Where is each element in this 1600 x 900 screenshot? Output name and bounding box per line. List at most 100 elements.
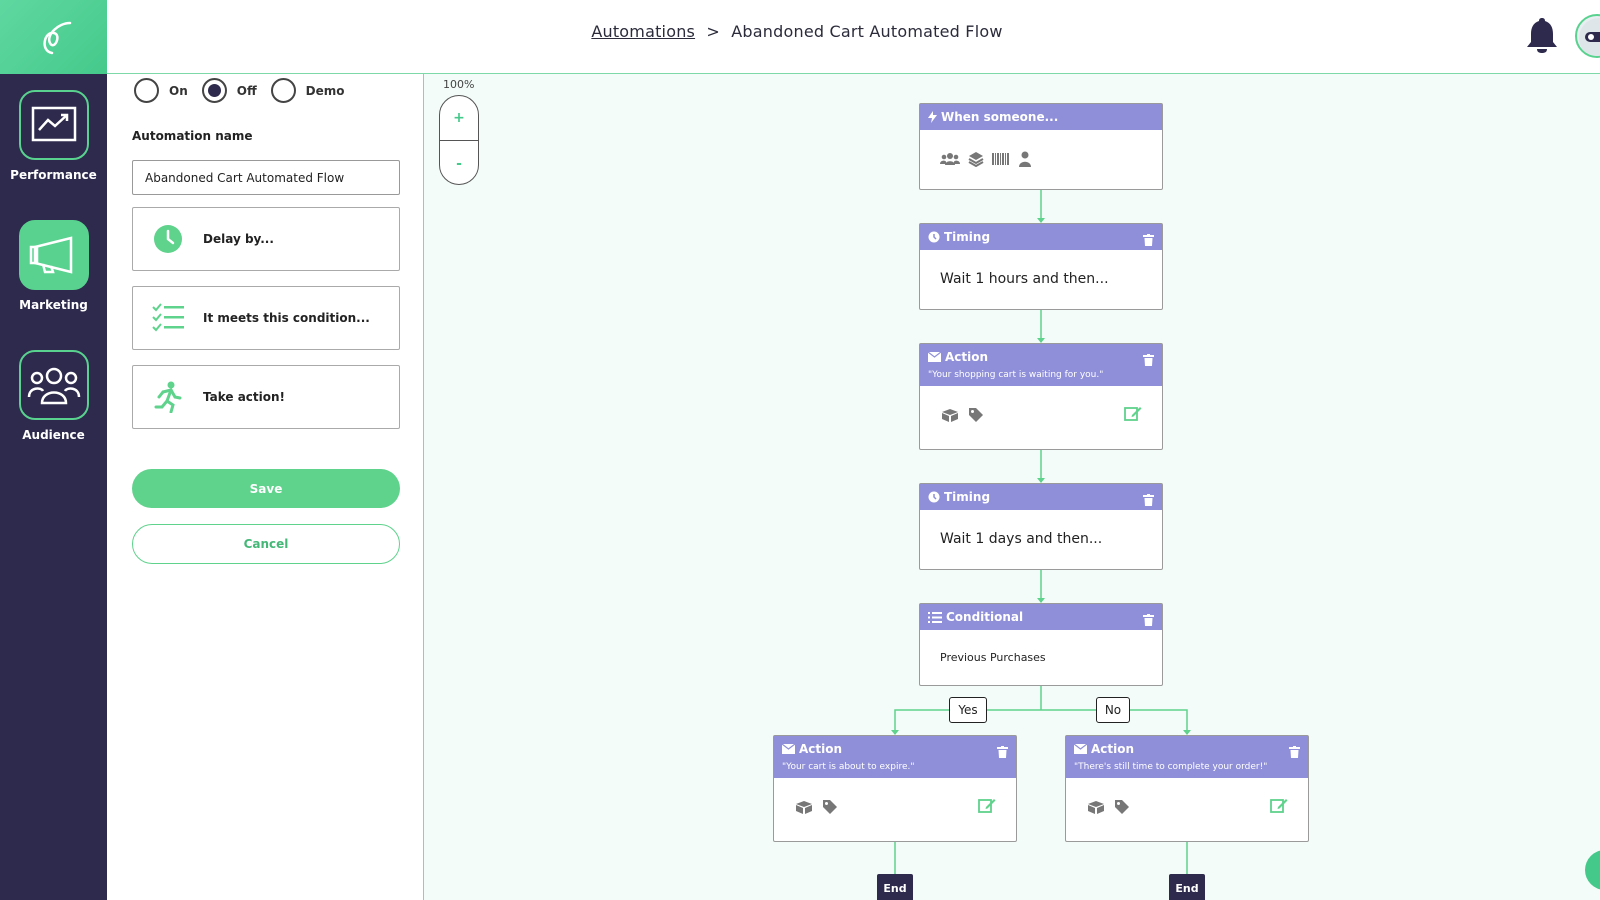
app-logo[interactable]	[0, 0, 107, 74]
trigger-icons	[940, 151, 1032, 167]
action-icons	[940, 407, 984, 423]
status-radio-on[interactable]: On	[134, 78, 188, 103]
sidebar: Performance Marketing Audience	[0, 0, 107, 900]
sidebar-item-label: Audience	[22, 428, 85, 442]
person-icon[interactable]	[1018, 151, 1032, 167]
breadcrumb-automations-link[interactable]: Automations	[591, 22, 695, 41]
radio-circle	[134, 78, 159, 103]
sidebar-item-label: Performance	[10, 168, 97, 182]
branch-label-yes: Yes	[949, 697, 987, 723]
avatar-icon	[1579, 18, 1600, 56]
megaphone-icon	[18, 220, 89, 290]
action-icons	[794, 799, 838, 815]
action-block-card[interactable]: Take action!	[132, 365, 400, 429]
node-header: Action "Your shopping cart is waiting fo…	[920, 344, 1162, 386]
checklist-icon	[152, 303, 184, 332]
box-icon[interactable]	[794, 800, 814, 814]
node-title: Action	[1091, 742, 1135, 756]
node-text: Wait 1 days and then...	[940, 531, 1103, 547]
envelope-icon	[928, 352, 941, 362]
block-label: It meets this condition...	[203, 311, 370, 325]
action-node-yes[interactable]: Action "Your cart is about to expire."	[773, 735, 1017, 842]
envelope-icon	[782, 744, 795, 754]
notification-bell-icon[interactable]	[1525, 16, 1559, 58]
radio-label: Off	[236, 83, 257, 98]
lightning-icon	[928, 111, 937, 123]
edit-icon[interactable]	[1124, 405, 1142, 425]
checklist-icon	[928, 611, 942, 623]
node-subtitle: "Your cart is about to expire."	[782, 762, 915, 772]
timing-node-2[interactable]: Timing Wait 1 days and then...	[919, 483, 1163, 570]
tag-icon[interactable]	[968, 407, 984, 423]
node-title: Timing	[944, 230, 991, 244]
node-header: When someone...	[920, 104, 1162, 130]
trash-icon[interactable]	[1143, 491, 1154, 510]
radio-label: On	[169, 83, 188, 98]
sidebar-item-marketing[interactable]: Marketing	[0, 220, 107, 312]
user-avatar[interactable]	[1575, 14, 1600, 58]
node-header: Action "There's still time to complete y…	[1066, 736, 1308, 778]
action-node-1[interactable]: Action "Your shopping cart is waiting fo…	[919, 343, 1163, 450]
barcode-icon[interactable]	[992, 152, 1010, 166]
status-radio-group: On Off Demo	[134, 78, 359, 103]
status-radio-off[interactable]: Off	[201, 78, 257, 103]
envelope-icon	[1074, 744, 1087, 754]
status-radio-demo[interactable]: Demo	[270, 78, 345, 103]
trash-icon[interactable]	[997, 743, 1008, 762]
end-node-yes: End	[877, 874, 913, 900]
node-text: Previous Purchases	[940, 650, 1046, 664]
trigger-node[interactable]: When someone...	[919, 103, 1163, 190]
node-text: Wait 1 hours and then...	[940, 271, 1109, 287]
node-title: Timing	[944, 490, 991, 504]
automation-name-label: Automation name	[132, 129, 253, 143]
edit-icon[interactable]	[978, 797, 996, 817]
action-node-no[interactable]: Action "There's still time to complete y…	[1065, 735, 1309, 842]
radio-selected-dot	[207, 84, 221, 97]
timing-node-1[interactable]: Timing Wait 1 hours and then...	[919, 223, 1163, 310]
automation-name-input[interactable]	[132, 160, 400, 195]
automation-settings-panel: On Off Demo Automation name Delay by...	[107, 74, 424, 900]
node-header: Action "Your cart is about to expire."	[774, 736, 1016, 778]
action-icons	[1086, 799, 1130, 815]
trash-icon[interactable]	[1143, 231, 1154, 250]
node-subtitle: "There's still time to complete your ord…	[1074, 762, 1268, 772]
condition-block-card[interactable]: It meets this condition...	[132, 286, 400, 350]
radio-circle	[270, 78, 296, 103]
tag-icon[interactable]	[1114, 799, 1130, 815]
top-header: Automations > Abandoned Cart Automated F…	[107, 0, 1600, 74]
node-title: Action	[945, 350, 989, 364]
layers-icon[interactable]	[968, 151, 984, 167]
breadcrumb-current: Abandoned Cart Automated Flow	[731, 22, 1003, 41]
node-title: Conditional	[946, 610, 1024, 624]
cancel-button[interactable]: Cancel	[132, 524, 400, 564]
breadcrumb-separator: >	[706, 22, 720, 41]
breadcrumb: Automations > Abandoned Cart Automated F…	[107, 22, 1487, 41]
box-icon[interactable]	[1086, 800, 1106, 814]
sidebar-item-label: Marketing	[19, 298, 88, 312]
node-subtitle: "Your shopping cart is waiting for you."	[928, 370, 1104, 380]
trash-icon[interactable]	[1143, 611, 1154, 630]
logo-icon	[42, 21, 71, 55]
sidebar-item-audience[interactable]: Audience	[0, 350, 107, 442]
conditional-node[interactable]: Conditional Previous Purchases	[919, 603, 1163, 686]
save-button[interactable]: Save	[132, 469, 400, 508]
users-icon	[18, 350, 89, 420]
box-icon[interactable]	[940, 408, 960, 422]
group-icon[interactable]	[940, 152, 960, 166]
sidebar-item-performance[interactable]: Performance	[0, 90, 107, 182]
node-header: Conditional	[920, 604, 1162, 630]
block-label: Delay by...	[203, 232, 274, 246]
flow-canvas[interactable]: 100% + - When someone... Timing Wait 1 h…	[425, 74, 1600, 900]
trash-icon[interactable]	[1143, 351, 1154, 370]
trash-icon[interactable]	[1289, 743, 1300, 762]
tag-icon[interactable]	[822, 799, 838, 815]
node-title: Action	[799, 742, 843, 756]
running-person-icon	[154, 381, 182, 413]
delay-block-card[interactable]: Delay by...	[132, 207, 400, 271]
node-title: When someone...	[941, 110, 1059, 124]
node-header: Timing	[920, 224, 1162, 250]
end-node-no: End	[1169, 874, 1205, 900]
branch-label-no: No	[1096, 697, 1130, 723]
block-label: Take action!	[203, 390, 286, 404]
edit-icon[interactable]	[1270, 797, 1288, 817]
